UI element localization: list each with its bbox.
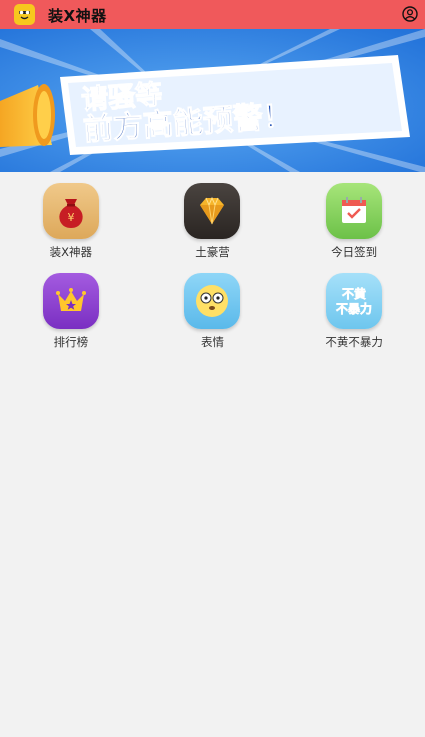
grid-item-label: 装X神器 — [49, 245, 93, 259]
surprised-face-icon — [184, 273, 241, 329]
grid-item-ranking[interactable]: 排行榜 — [0, 262, 142, 352]
grid-item-zhuangx[interactable]: ¥ 装X神器 — [0, 172, 142, 262]
grid-item-tuhao[interactable]: 土豪营 — [142, 172, 284, 262]
money-bag-icon: ¥ — [42, 183, 99, 239]
diamond-icon — [184, 183, 241, 239]
app-logo-icon — [14, 4, 35, 25]
calendar-check-icon — [326, 183, 383, 239]
app-header: 装X神器 — [0, 0, 425, 29]
user-profile-icon[interactable] — [402, 6, 418, 22]
grid-item-label: 排行榜 — [53, 335, 89, 349]
sticker-line2: 不暴力 — [336, 301, 372, 316]
sticker-line1: 不黄 — [342, 286, 366, 301]
grid-item-label: 土豪营 — [195, 245, 230, 259]
grid-item-label: 今日签到 — [331, 245, 378, 259]
grid-item-checkin[interactable]: 今日签到 — [283, 172, 425, 262]
svg-text:¥: ¥ — [67, 211, 74, 224]
promo-banner[interactable]: 请骚等 前方高能预警！ — [0, 29, 425, 172]
feature-grid: ¥ 装X神器 土豪营 今日签到 排行榜 表情 不黄 不暴力 不黄不暴力 — [0, 172, 425, 352]
grid-item-emoji[interactable]: 表情 — [142, 262, 284, 352]
grid-item-sticker[interactable]: 不黄 不暴力 不黄不暴力 — [283, 262, 425, 352]
grid-item-label: 不黄不暴力 — [325, 335, 383, 349]
grid-item-label: 表情 — [200, 335, 224, 349]
app-title: 装X神器 — [48, 7, 107, 25]
crown-icon — [42, 273, 99, 329]
text-sticker-icon: 不黄 不暴力 — [326, 273, 383, 329]
